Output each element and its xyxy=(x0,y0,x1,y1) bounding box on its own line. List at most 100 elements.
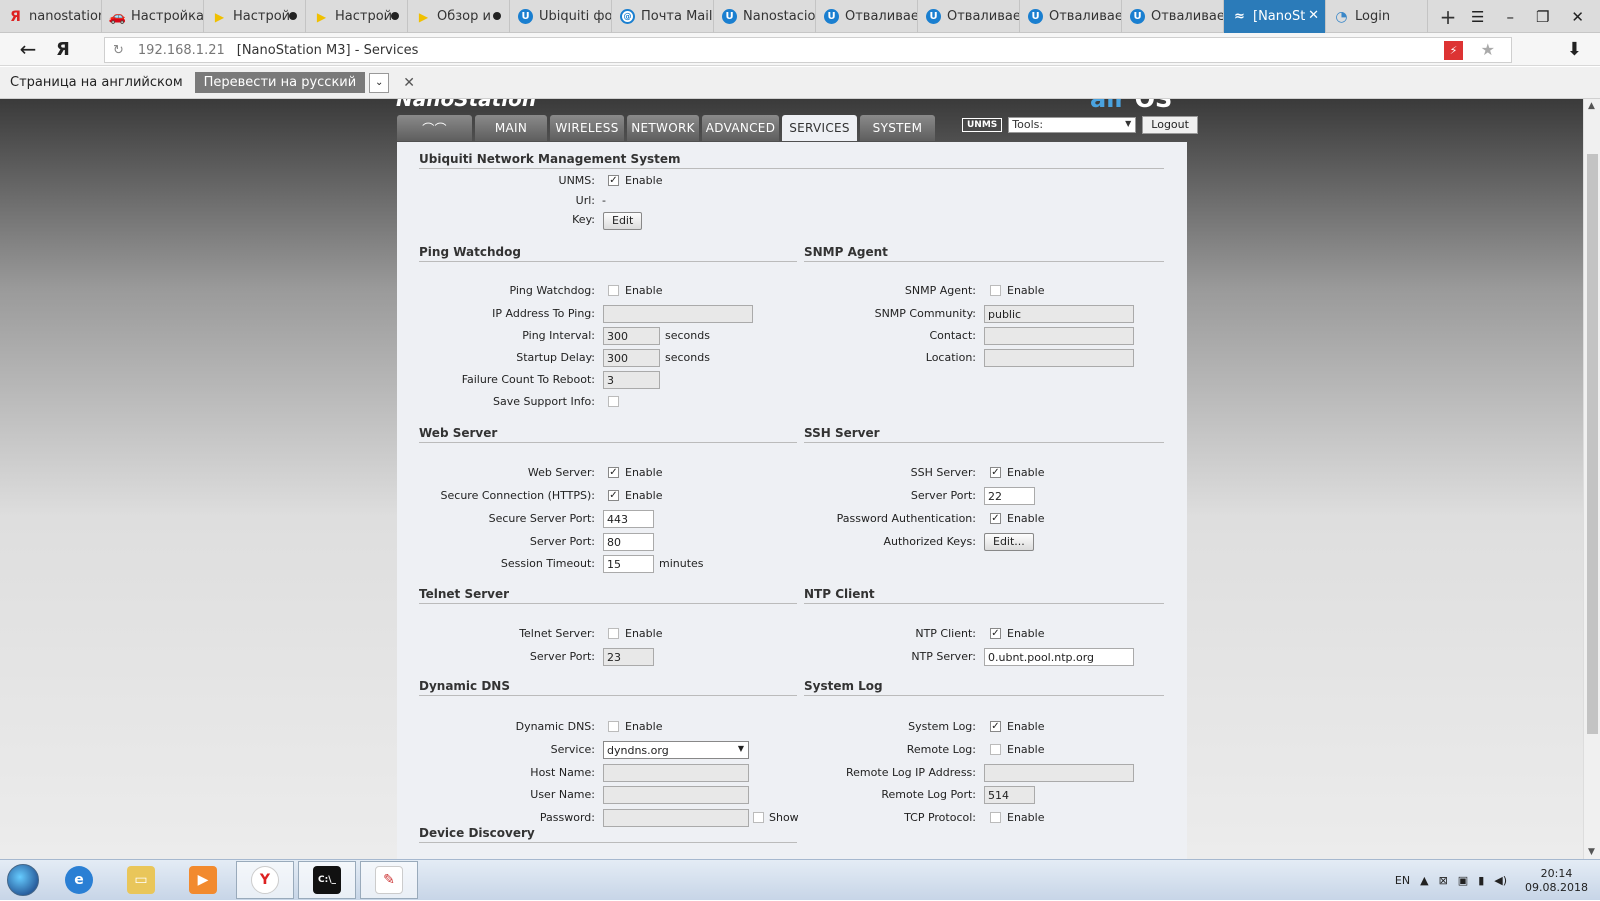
scroll-up-icon[interactable]: ▲ xyxy=(1588,101,1595,111)
key-edit-button[interactable]: Edit xyxy=(603,212,643,230)
ping-watchdog-checkbox[interactable] xyxy=(608,285,619,296)
browser-tab-active[interactable]: ≈ [NanoSt ✕ xyxy=(1224,0,1326,33)
telnet-server-checkbox[interactable] xyxy=(608,628,619,639)
translate-button[interactable]: Перевести на русский xyxy=(194,72,366,93)
usb-icon[interactable]: ▣ xyxy=(1458,874,1468,887)
new-tab-button[interactable]: + xyxy=(1428,0,1468,33)
browser-tab[interactable]: U Отваливае xyxy=(918,0,1020,33)
close-window-icon[interactable]: ✕ xyxy=(1571,8,1584,26)
browser-tab[interactable]: ▶ Настрой xyxy=(306,0,408,33)
restore-icon[interactable]: ❐ xyxy=(1536,8,1549,26)
web-server-checkbox[interactable]: ✓ xyxy=(608,467,619,478)
taskbar-yandex[interactable]: Y xyxy=(236,861,294,899)
ntp-server-input[interactable]: 0.ubnt.pool.ntp.org xyxy=(984,648,1134,666)
contact-input[interactable] xyxy=(984,327,1134,345)
tab-services[interactable]: SERVICES xyxy=(782,115,857,141)
browser-tab[interactable]: U Ubiquiti фо xyxy=(510,0,612,33)
close-icon[interactable]: ✕ xyxy=(403,75,415,91)
browser-tab[interactable]: U Отваливае xyxy=(1122,0,1224,33)
telnet-port-input[interactable]: 23 xyxy=(603,648,654,666)
ubiquiti-icon: U xyxy=(1028,9,1043,24)
tcp-protocol-checkbox[interactable] xyxy=(990,812,1001,823)
ntp-client-checkbox[interactable]: ✓ xyxy=(990,628,1001,639)
ssh-port-input[interactable]: 22 xyxy=(984,487,1035,505)
blocked-icon[interactable]: ⚡ xyxy=(1444,41,1463,60)
url-field[interactable]: ↻ 192.168.1.21 [NanoStation M3] - Servic… xyxy=(104,37,1512,63)
network-error-icon[interactable]: ⊠ xyxy=(1439,874,1448,887)
system-log-checkbox[interactable]: ✓ xyxy=(990,721,1001,732)
page-scrollbar[interactable]: ▲ ▼ xyxy=(1583,99,1600,859)
ssh-server-checkbox[interactable]: ✓ xyxy=(990,467,1001,478)
language-indicator[interactable]: EN xyxy=(1395,874,1410,887)
save-support-checkbox[interactable] xyxy=(608,396,619,407)
url-host: 192.168.1.21 xyxy=(137,42,225,58)
startup-delay-input[interactable]: 300 xyxy=(603,349,660,367)
remote-log-ip-input[interactable] xyxy=(984,764,1134,782)
remote-log-port-input[interactable]: 514 xyxy=(984,786,1035,804)
start-button[interactable] xyxy=(0,860,46,900)
secure-port-input[interactable]: 443 xyxy=(603,510,654,528)
bookmark-star-icon[interactable]: ★ xyxy=(1481,40,1495,59)
browser-tab[interactable]: U Nanostacio xyxy=(714,0,816,33)
browser-tab[interactable]: ▶ Обзор и xyxy=(408,0,510,33)
browser-tab[interactable]: Яnanostation xyxy=(0,0,102,33)
password-input[interactable] xyxy=(603,809,749,827)
ddns-service-select[interactable]: dyndns.org xyxy=(603,741,749,759)
session-timeout-input[interactable]: 15 xyxy=(603,555,654,573)
unms-enable-checkbox[interactable]: ✓ xyxy=(608,175,619,186)
ddns-checkbox[interactable] xyxy=(608,721,619,732)
ping-interval-input[interactable]: 300 xyxy=(603,327,660,345)
volume-icon[interactable]: ◀) xyxy=(1494,874,1507,887)
browser-tab[interactable]: @ Почта Mail xyxy=(612,0,714,33)
chevron-down-icon[interactable]: ⌄ xyxy=(369,72,390,93)
snmp-community-input[interactable]: public xyxy=(984,305,1134,323)
ubiquiti-logo-tab[interactable]: ⌒⌒ xyxy=(397,115,472,141)
remote-log-checkbox[interactable] xyxy=(990,744,1001,755)
location-input[interactable] xyxy=(984,349,1134,367)
secure-port-label: Secure Server Port: xyxy=(488,512,595,525)
user-name-input[interactable] xyxy=(603,786,749,804)
browser-tab[interactable]: ▶ Настрой xyxy=(204,0,306,33)
close-tab-icon[interactable]: ✕ xyxy=(1308,8,1319,23)
yandex-logo-icon[interactable]: Я xyxy=(56,39,78,60)
tab-main[interactable]: MAIN xyxy=(475,115,547,141)
failure-count-input[interactable]: 3 xyxy=(603,371,660,389)
tab-advanced[interactable]: ADVANCED xyxy=(702,115,779,141)
browser-tab[interactable]: 🚗 Настройка xyxy=(102,0,204,33)
password-label: Password: xyxy=(539,811,595,824)
tab-wireless[interactable]: WIRELESS xyxy=(550,115,624,141)
signal-icon[interactable]: ▮ xyxy=(1478,874,1484,887)
password-auth-checkbox[interactable]: ✓ xyxy=(990,513,1001,524)
tools-select[interactable]: Tools: xyxy=(1008,117,1137,133)
youtube-icon: ▶ xyxy=(418,9,429,24)
menu-icon[interactable]: ☰ xyxy=(1471,8,1484,26)
scrollbar-thumb[interactable] xyxy=(1587,154,1598,734)
snmp-agent-checkbox[interactable] xyxy=(990,285,1001,296)
https-checkbox[interactable]: ✓ xyxy=(608,490,619,501)
taskbar-ie[interactable]: e xyxy=(50,861,108,899)
clock[interactable]: 20:14 09.08.2018 xyxy=(1525,867,1588,895)
browser-tab[interactable]: ◔ Login xyxy=(1326,0,1428,33)
browser-tab[interactable]: U Отваливае xyxy=(816,0,918,33)
download-icon[interactable]: ⬇ xyxy=(1567,39,1582,60)
scroll-down-icon[interactable]: ▼ xyxy=(1588,847,1595,857)
authorized-keys-edit-button[interactable]: Edit... xyxy=(984,533,1034,551)
show-password-checkbox[interactable] xyxy=(753,812,764,823)
taskbar-explorer[interactable]: ▭ xyxy=(112,861,170,899)
browser-tab[interactable]: U Отваливае xyxy=(1020,0,1122,33)
section-ping-watchdog: Ping Watchdog xyxy=(419,245,797,262)
taskbar-media[interactable]: ▶ xyxy=(174,861,232,899)
logout-button[interactable]: Logout xyxy=(1142,116,1198,134)
taskbar-paint[interactable]: ✎ xyxy=(360,861,418,899)
tab-network[interactable]: NETWORK xyxy=(627,115,699,141)
reload-icon[interactable]: ↻ xyxy=(113,43,124,58)
unms-badge[interactable]: UNMS xyxy=(962,118,1003,132)
web-port-input[interactable]: 80 xyxy=(603,533,654,551)
host-name-input[interactable] xyxy=(603,764,749,782)
minimize-icon[interactable]: – xyxy=(1506,8,1514,26)
ping-ip-input[interactable] xyxy=(603,305,753,323)
tray-expand-icon[interactable]: ▲ xyxy=(1420,874,1428,887)
back-arrow-icon[interactable]: ← xyxy=(0,37,56,61)
tab-system[interactable]: SYSTEM xyxy=(860,115,935,141)
taskbar-cmd[interactable]: C:\_ xyxy=(298,861,356,899)
